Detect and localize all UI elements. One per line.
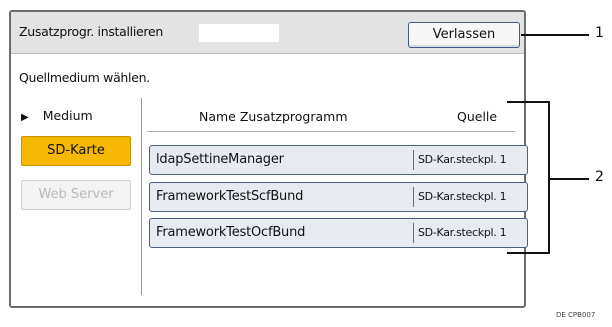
program-source: SD-Kar.steckpl. 1 (418, 226, 507, 239)
instruction-text: Quellmedium wählen. (19, 70, 150, 85)
web-server-button[interactable]: Web Server (21, 180, 131, 210)
callout-2-number: 2 (595, 169, 604, 185)
screen-title: Zusatzprogr. installieren (19, 24, 163, 39)
title-field-box (199, 24, 279, 42)
row-separator (413, 187, 414, 207)
callout-2-bracket-bottom (507, 252, 549, 254)
callout-1-number: 1 (595, 25, 604, 41)
program-row[interactable]: ldapSettineManager SD-Kar.steckpl. 1 (149, 145, 528, 175)
header-divider (147, 131, 515, 132)
program-name: FrameworkTestOcfBund (156, 225, 306, 240)
exit-button[interactable]: Verlassen (408, 22, 520, 48)
program-name: ldapSettineManager (156, 152, 284, 167)
triangle-right-icon: ▶ (21, 112, 29, 123)
program-source: SD-Kar.steckpl. 1 (418, 153, 507, 166)
medium-label: ▶ Medium (21, 108, 93, 123)
title-bar: Zusatzprogr. installieren Verlassen (11, 12, 524, 54)
callout-1-line (521, 34, 589, 36)
medium-label-text: Medium (42, 108, 93, 123)
callout-2-line (549, 178, 589, 180)
column-header-program-name: Name Zusatzprogramm (199, 109, 348, 124)
program-row[interactable]: FrameworkTestScfBund SD-Kar.steckpl. 1 (149, 182, 528, 212)
sd-card-button[interactable]: SD-Karte (21, 136, 131, 166)
callout-2-bracket-top (507, 101, 549, 103)
figure-code: DE CPB007 (556, 311, 596, 319)
column-header-source: Quelle (457, 109, 498, 124)
install-program-screen: Zusatzprogr. installieren Verlassen Quel… (9, 10, 528, 308)
panel-divider (141, 98, 142, 295)
row-separator (413, 150, 414, 170)
program-row[interactable]: FrameworkTestOcfBund SD-Kar.steckpl. 1 (149, 218, 528, 248)
program-source: SD-Kar.steckpl. 1 (418, 190, 507, 203)
program-name: FrameworkTestScfBund (156, 189, 304, 204)
row-separator (413, 223, 414, 243)
